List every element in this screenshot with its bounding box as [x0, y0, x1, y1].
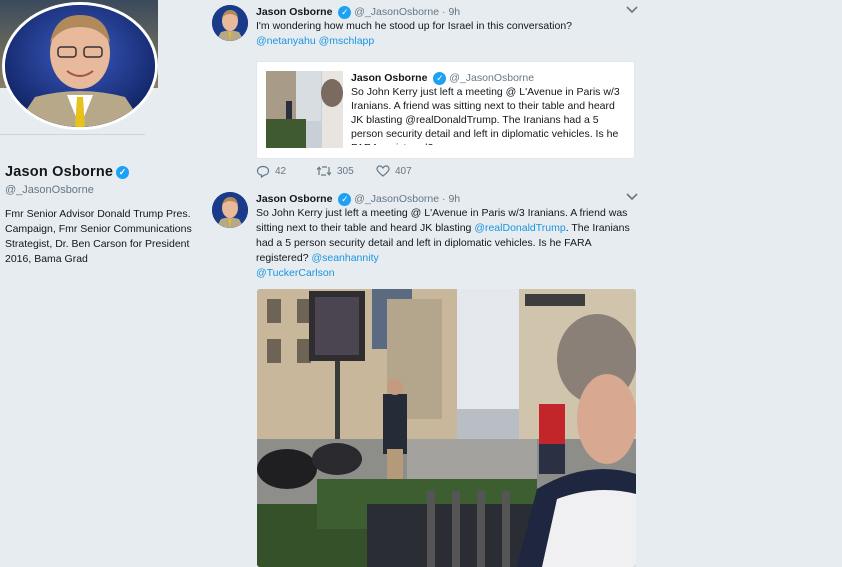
tweet-1[interactable]: Jason Osborne ✓ @_JasonOsborne · 9h I'm …	[212, 5, 638, 185]
retweet-icon	[316, 166, 332, 176]
tweet-author-name[interactable]: Jason Osborne	[256, 6, 332, 18]
mention-link[interactable]: @TuckerCarlson	[256, 267, 335, 279]
retweet-count: 305	[337, 165, 354, 177]
tweet-avatar[interactable]	[212, 5, 248, 41]
heart-icon	[376, 165, 390, 177]
tweet-author-handle[interactable]: @_JasonOsborne	[354, 6, 439, 18]
tweet-2[interactable]: Jason Osborne ✓ @_JasonOsborne · 9h So J…	[212, 192, 638, 567]
like-button[interactable]: 407	[376, 165, 412, 177]
quoted-tweet-thumbnail[interactable]	[266, 71, 343, 148]
chevron-down-icon[interactable]	[626, 5, 638, 17]
verified-badge-icon: ✓	[116, 165, 130, 179]
mention-link[interactable]: @netanyahu	[256, 35, 316, 47]
reply-button[interactable]: 42	[256, 165, 286, 178]
profile-name[interactable]: Jason Osborne ✓	[5, 164, 130, 180]
tweet-header: Jason Osborne ✓ @_JasonOsborne · 9h	[256, 5, 638, 19]
profile-avatar[interactable]	[2, 2, 158, 130]
tweet-text: I'm wondering how much he stood up for I…	[256, 19, 638, 49]
mention-link[interactable]: @seanhannity	[311, 252, 378, 264]
mention-link[interactable]: @realDonaldTrump	[474, 222, 565, 234]
retweet-button[interactable]: 305	[316, 165, 354, 177]
separator-dot: ·	[442, 193, 446, 205]
mention-link[interactable]: @mschlapp	[319, 35, 375, 47]
quoted-author-name: Jason Osborne	[351, 72, 428, 84]
profile-handle[interactable]: @_JasonOsborne	[5, 184, 94, 196]
tweet-avatar[interactable]	[212, 192, 248, 228]
tweet-media-photo[interactable]	[257, 289, 636, 567]
verified-badge-icon: ✓	[338, 192, 352, 206]
tweet-timestamp[interactable]: 9h	[448, 6, 460, 18]
profile-divider	[0, 134, 145, 135]
profile-bio: Fmr Senior Advisor Donald Trump Pres. Ca…	[5, 208, 192, 265]
tweet-author-name[interactable]: Jason Osborne	[256, 193, 332, 205]
tweet-text-content: I'm wondering how much he stood up for I…	[256, 20, 573, 32]
separator-dot: ·	[442, 6, 446, 18]
reply-icon	[256, 165, 270, 178]
verified-badge-icon: ✓	[433, 71, 447, 85]
chevron-down-icon[interactable]	[626, 192, 638, 204]
quoted-tweet-card[interactable]: Jason Osborne ✓ @_JasonOsborne So John K…	[256, 61, 635, 159]
tweet-text: So John Kerry just left a meeting @ L'Av…	[256, 206, 638, 281]
reply-count: 42	[275, 166, 287, 177]
profile-name-text: Jason Osborne	[5, 164, 114, 180]
like-count: 407	[395, 165, 412, 177]
quoted-author-handle: @_JasonOsborne	[449, 72, 535, 84]
quoted-tweet-text: So John Kerry just left a meeting @ L'Av…	[351, 86, 620, 145]
tweet-header: Jason Osborne ✓ @_JasonOsborne · 9h	[256, 192, 638, 206]
tweet-timestamp[interactable]: 9h	[448, 193, 460, 205]
tweet-author-handle[interactable]: @_JasonOsborne	[354, 193, 439, 205]
verified-badge-icon: ✓	[338, 5, 352, 19]
quoted-tweet-header: Jason Osborne ✓ @_JasonOsborne	[351, 71, 627, 85]
